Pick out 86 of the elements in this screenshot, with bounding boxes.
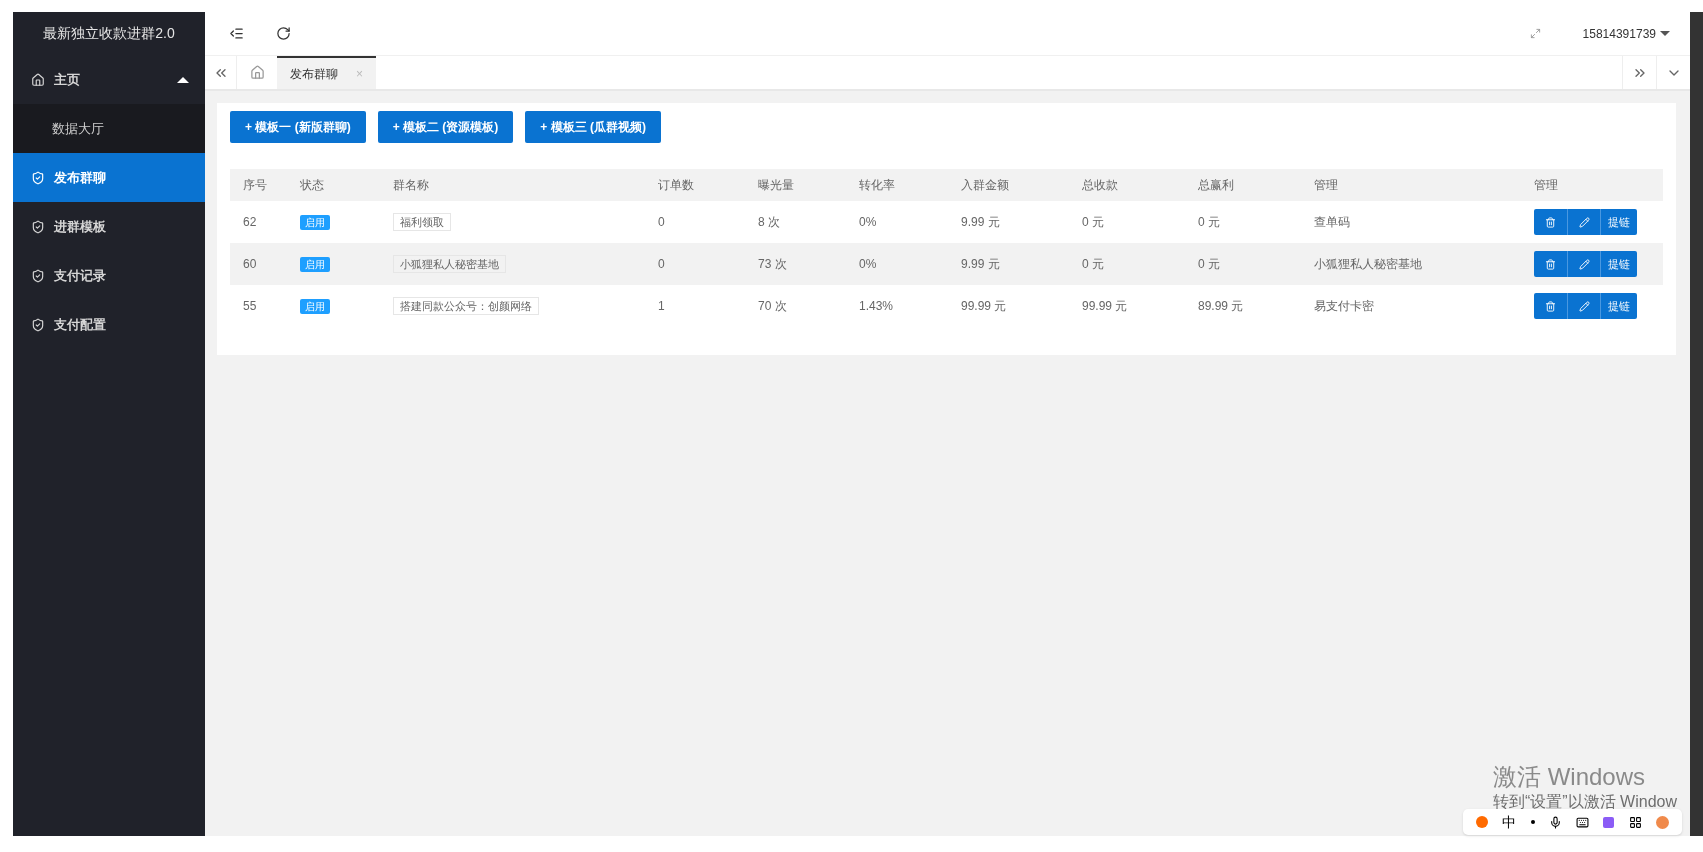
activation-title: 激活 Windows — [1493, 762, 1647, 792]
delete-button[interactable] — [1534, 293, 1567, 319]
sidebar-item[interactable]: 支付配置 — [13, 300, 205, 349]
ime-mode[interactable]: 中 — [1502, 811, 1517, 833]
table-cell-text: 60 — [242, 256, 258, 273]
pencil-icon — [1578, 300, 1590, 312]
table-cell-text: 易支付卡密 — [1313, 298, 1375, 315]
table-cell-text: 0 — [657, 256, 666, 273]
template-button[interactable]: + 模板一 (新版群聊) — [230, 111, 366, 143]
shield-check-icon — [31, 268, 45, 283]
microphone-icon[interactable] — [1548, 815, 1562, 829]
keyboard-icon[interactable] — [1576, 815, 1590, 829]
sidebar-item[interactable]: 主页 — [13, 55, 205, 104]
group-name-tag: 搭建同款公众号：创颜网络 — [393, 297, 539, 315]
page-tab[interactable]: 发布群聊 × — [277, 56, 376, 89]
edit-button[interactable] — [1567, 293, 1600, 319]
edit-button[interactable] — [1567, 209, 1600, 235]
table-cell-text: 小狐狸私人秘密基地 — [1313, 256, 1423, 273]
table-cell-text: 99.99 元 — [1081, 298, 1129, 315]
status-badge: 启用 — [300, 299, 330, 314]
table-cell-text: 0 元 — [1197, 256, 1221, 273]
table-cell-text: 1.43% — [858, 298, 895, 315]
status-badge: 启用 — [300, 257, 330, 272]
template-button[interactable]: + 模板二 (资源模板) — [377, 111, 514, 143]
table-cell-text: 62 — [242, 214, 258, 231]
table-cell-text: 1 — [657, 298, 666, 315]
table-cell-text: 0 元 — [1197, 214, 1221, 231]
table-cell-text: 查单码 — [1313, 214, 1351, 231]
home-icon — [249, 65, 265, 80]
pencil-icon — [1578, 258, 1590, 270]
column-header: 曝光量 — [757, 177, 795, 194]
table-cell-text: 9.99 元 — [960, 256, 1001, 273]
pencil-icon — [1578, 216, 1590, 228]
delete-button[interactable] — [1534, 251, 1567, 277]
menu-icon[interactable] — [229, 26, 244, 41]
trash-icon — [1545, 258, 1556, 270]
table-cell-text: 0 元 — [1081, 214, 1105, 231]
activation-subtitle: 转到“设置”以激活 Window — [1493, 792, 1677, 812]
table-cell-text: 89.99 元 — [1197, 298, 1245, 315]
column-header: 入群金额 — [960, 177, 1010, 194]
punctuation-icon[interactable] — [1530, 820, 1535, 824]
template-button[interactable]: + 模板三 (瓜群视频) — [525, 111, 661, 143]
link-button[interactable]: 提链 — [1600, 293, 1637, 319]
table-cell-text: 0% — [858, 214, 878, 231]
column-header: 管理 — [1533, 177, 1559, 194]
caret-icon — [177, 76, 189, 83]
fullscreen-icon[interactable] — [1529, 28, 1541, 39]
table-cell-text: 0 — [657, 214, 666, 231]
home-icon — [31, 72, 45, 87]
link-button[interactable]: 提链 — [1600, 251, 1637, 277]
status-badge: 启用 — [300, 215, 330, 230]
grid-icon[interactable] — [1628, 815, 1642, 829]
table-cell-text: 8 次 — [757, 214, 781, 231]
column-header: 总收款 — [1081, 177, 1119, 194]
column-header: 序号 — [242, 177, 268, 194]
refresh-icon[interactable] — [276, 26, 291, 41]
sidebar-item[interactable]: 发布群聊 — [13, 153, 205, 202]
table-cell-text: 99.99 元 — [960, 298, 1008, 315]
column-header: 管理 — [1313, 177, 1339, 194]
table-cell-text: 0% — [858, 256, 878, 273]
table-cell-text: 9.99 元 — [960, 214, 1001, 231]
trash-icon — [1545, 216, 1556, 228]
caret-icon — [1660, 31, 1670, 36]
trash-icon — [1545, 300, 1556, 312]
user-menu[interactable]: 15814391739 — [1582, 24, 1670, 43]
column-header: 转化率 — [858, 177, 896, 194]
table-cell-text: 73 次 — [757, 256, 788, 273]
shield-check-icon — [31, 317, 45, 332]
edit-button[interactable] — [1567, 251, 1600, 277]
column-header: 订单数 — [657, 177, 695, 194]
sidebar-subitem[interactable]: 数据大厅 — [13, 104, 205, 153]
column-header: 状态 — [299, 177, 325, 194]
column-header: 总赢利 — [1197, 177, 1235, 194]
group-name-tag: 福利领取 — [393, 213, 451, 231]
shield-check-icon — [31, 170, 45, 185]
shield-check-icon — [31, 219, 45, 234]
column-header: 群名称 — [392, 177, 430, 194]
table-cell-text: 55 — [242, 298, 258, 315]
delete-button[interactable] — [1534, 209, 1567, 235]
sidebar-title: 最新独立收款进群2.0 — [42, 24, 176, 43]
table-cell-text: 70 次 — [757, 298, 788, 315]
group-name-tag: 小狐狸私人秘密基地 — [393, 255, 506, 273]
sidebar-item[interactable]: 支付记录 — [13, 251, 205, 300]
sidebar-item[interactable]: 进群模板 — [13, 202, 205, 251]
link-button[interactable]: 提链 — [1600, 209, 1637, 235]
table-cell-text: 0 元 — [1081, 256, 1105, 273]
